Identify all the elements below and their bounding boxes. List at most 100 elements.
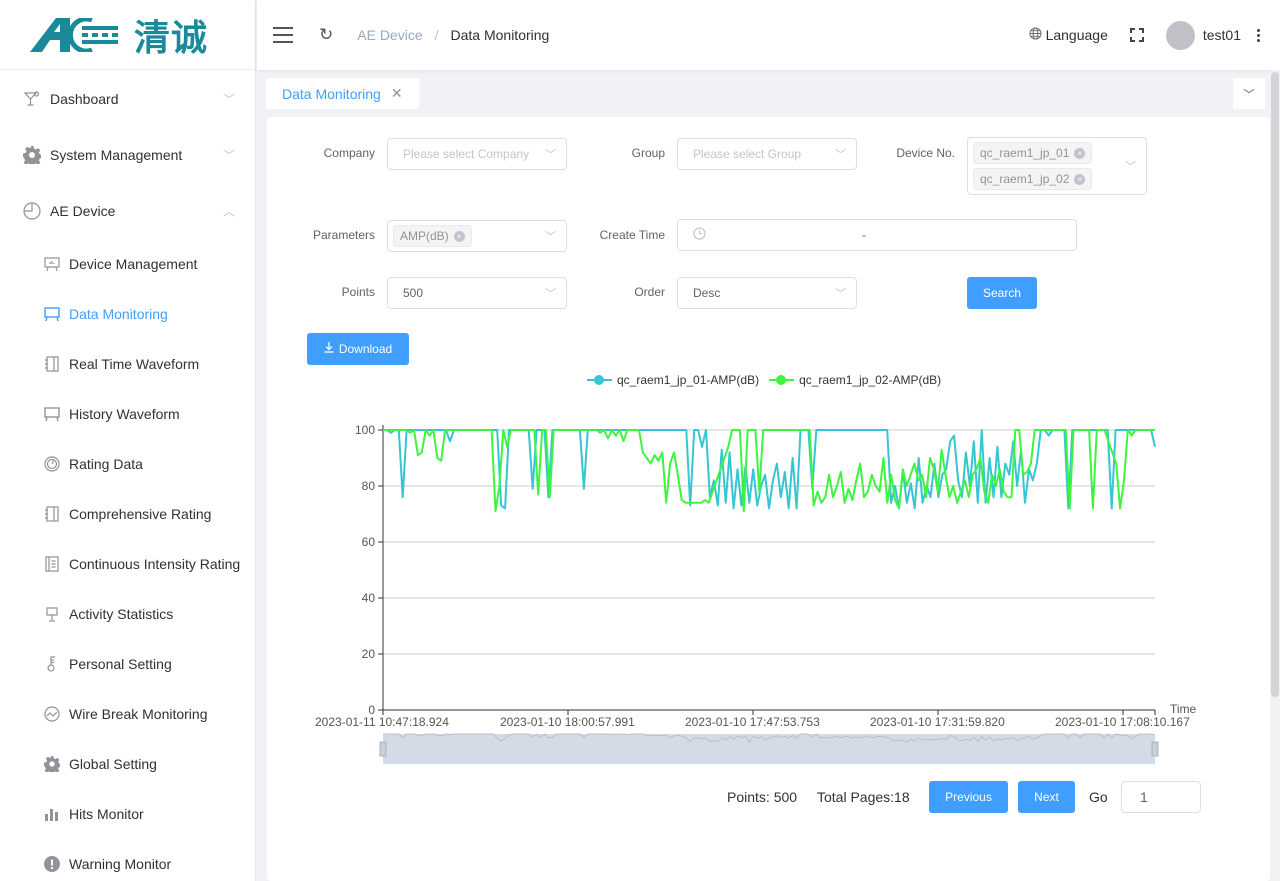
device-no-select[interactable]: qc_raem1_jp_01 × qc_raem1_jp_02 × ﹀ <box>967 137 1147 195</box>
chevron-down-icon: ﹀ <box>545 288 556 300</box>
scrollbar-thumb[interactable] <box>1271 72 1279 697</box>
sidebar-item-label: Activity Statistics <box>69 606 174 622</box>
sidebar-item-label: Continuous Intensity Rating <box>69 556 241 572</box>
sidebar-item-continuous-intensity-rating[interactable]: Continuous Intensity Rating <box>0 539 255 589</box>
points-count-text: Points: 500 <box>727 789 798 805</box>
points-select[interactable]: 500 ﹀ <box>387 277 567 309</box>
previous-page-button[interactable]: Previous <box>929 781 1008 813</box>
order-select[interactable]: Desc ﹀ <box>677 277 857 309</box>
chip-close-icon[interactable]: × <box>453 230 465 242</box>
sidebar-item-label: Device Management <box>69 256 198 272</box>
sidebar-item-activity-statistics[interactable]: Activity Statistics <box>0 589 255 639</box>
chevron-down-icon: ﹀ <box>835 149 846 161</box>
x-axis-title: Time <box>1170 702 1197 716</box>
sidebar-item-label: Warning Monitor <box>69 856 172 872</box>
chip-close-icon[interactable]: × <box>1074 173 1086 185</box>
search-button[interactable]: Search <box>967 277 1037 309</box>
top-navbar: ↻ AE Device / Data Monitoring Language t… <box>257 0 1280 70</box>
group-select[interactable]: Please select Group ﹀ <box>677 138 857 170</box>
parameters-label: Parameters <box>312 228 375 242</box>
y-tick-label: 80 <box>362 479 376 493</box>
datazoom-start-handle[interactable] <box>379 741 387 757</box>
group-label: Group <box>631 146 665 160</box>
sidebar: 清诚 Dashboard ﹀ System Management ﹀ AE De… <box>0 0 256 881</box>
sidebar-item-wire-break-monitoring[interactable]: Wire Break Monitoring <box>0 689 255 739</box>
device-chip: qc_raem1_jp_02 × <box>973 168 1093 190</box>
total-pages: Total Pages:18 <box>817 781 910 813</box>
username[interactable]: test01 <box>1203 27 1241 43</box>
gauge-icon <box>43 455 61 473</box>
parameters-select[interactable]: AMP(dB) × ﹀ <box>387 220 567 252</box>
sidebar-item-rating-data[interactable]: Rating Data <box>0 439 255 489</box>
data-monitoring-panel: Company Please select Company ﹀ Group Pl… <box>267 117 1270 881</box>
logo[interactable]: 清诚 <box>0 0 255 70</box>
y-tick-label: 100 <box>355 423 375 437</box>
chip-label: qc_raem1_jp_01 <box>980 146 1070 160</box>
ae-logo-mark <box>30 17 122 52</box>
monitor-board-icon <box>43 305 61 323</box>
tags-dropdown-chevron-icon[interactable]: ﹀ <box>1233 78 1265 109</box>
y-tick-label: 60 <box>362 535 376 549</box>
language-switcher[interactable]: Language <box>1029 27 1108 43</box>
amp-line-chart: 020406080100 2023-01-11 10:47:18.924 2023… <box>315 423 1197 764</box>
total-pages-text: Total Pages:18 <box>817 789 910 805</box>
download-icon <box>324 342 334 356</box>
sidebar-item-label: Rating Data <box>69 456 143 472</box>
go-page-input[interactable] <box>1121 781 1201 813</box>
go-label-text: Go <box>1089 789 1108 805</box>
avatar[interactable] <box>1165 20 1195 50</box>
chip-close-icon[interactable]: × <box>1074 147 1086 159</box>
company-select[interactable]: Please select Company ﹀ <box>387 138 567 170</box>
breadcrumb-item[interactable]: AE Device <box>357 27 422 43</box>
sidebar-item-real-time-waveform[interactable]: Real Time Waveform <box>0 339 255 389</box>
page-scrollbar[interactable] <box>1270 70 1280 881</box>
gear-icon <box>43 755 61 773</box>
x-tick-label: 2023-01-10 17:31:59.820 <box>870 715 1005 729</box>
chip-label: qc_raem1_jp_02 <box>980 172 1070 186</box>
download-button[interactable]: Download <box>307 333 409 365</box>
next-page-button[interactable]: Next <box>1018 781 1075 813</box>
x-tick-label: 2023-01-10 17:08:10.167 <box>1055 715 1190 729</box>
next-label: Next <box>1034 790 1059 804</box>
sidebar-item-global-setting[interactable]: Global Setting <box>0 739 255 789</box>
sidebar-item-label: History Waveform <box>69 406 180 422</box>
language-label: Language <box>1045 27 1108 43</box>
sidebar-item-personal-setting[interactable]: Personal Setting <box>0 639 255 689</box>
datazoom-end-handle[interactable] <box>1151 741 1159 757</box>
sidebar-item-label: Real Time Waveform <box>69 356 200 372</box>
pie-chart-icon <box>22 201 42 221</box>
chevron-down-icon: ﹀ <box>222 148 235 163</box>
tags-view: Data Monitoring ✕ ﹀ <box>257 70 1270 114</box>
x-tick-label: 2023-01-11 10:47:18.924 <box>315 715 449 729</box>
points-count: Points: 500 <box>727 781 797 813</box>
x-tick-label: 2023-01-10 17:47:53.753 <box>685 715 820 729</box>
refresh-icon[interactable]: ↻ <box>319 25 333 45</box>
breadcrumb-separator: / <box>434 27 439 43</box>
x-tick-label: 2023-01-10 18:00:57.991 <box>500 715 635 729</box>
sidebar-item-hits-monitor[interactable]: Hits Monitor <box>0 789 255 839</box>
tab-data-monitoring[interactable]: Data Monitoring ✕ <box>266 78 419 109</box>
sidebar-item-comprehensive-rating[interactable]: Comprehensive Rating <box>0 489 255 539</box>
presentation-chart-icon <box>43 255 61 273</box>
create-time-range-picker[interactable]: - <box>677 219 1077 251</box>
sidebar-item-label: Comprehensive Rating <box>69 506 212 522</box>
close-icon[interactable]: ✕ <box>391 85 403 102</box>
sidebar-item-system-management[interactable]: System Management ﹀ <box>0 127 255 183</box>
sidebar-item-warning-monitor[interactable]: Warning Monitor <box>0 839 255 881</box>
notebook-icon <box>43 355 61 373</box>
create-time-label: Create Time <box>599 228 665 242</box>
sidebar-item-data-monitoring[interactable]: Data Monitoring <box>0 289 255 339</box>
chip-label: AMP(dB) <box>400 229 449 243</box>
fullscreen-icon[interactable] <box>1129 28 1144 42</box>
sidebar-item-label: Wire Break Monitoring <box>69 706 208 722</box>
points-label: Points <box>341 285 375 299</box>
more-vertical-icon[interactable] <box>1257 28 1260 42</box>
sidebar-item-history-waveform[interactable]: History Waveform <box>0 389 255 439</box>
previous-label: Previous <box>945 790 992 804</box>
sidebar-item-ae-device[interactable]: AE Device ︿ <box>0 183 255 239</box>
hamburger-menu-icon[interactable] <box>273 27 293 43</box>
sidebar-item-device-management[interactable]: Device Management <box>0 239 255 289</box>
chevron-down-icon: ﹀ <box>1125 161 1136 173</box>
sidebar-item-dashboard[interactable]: Dashboard ﹀ <box>0 71 255 127</box>
y-tick-label: 20 <box>362 647 376 661</box>
